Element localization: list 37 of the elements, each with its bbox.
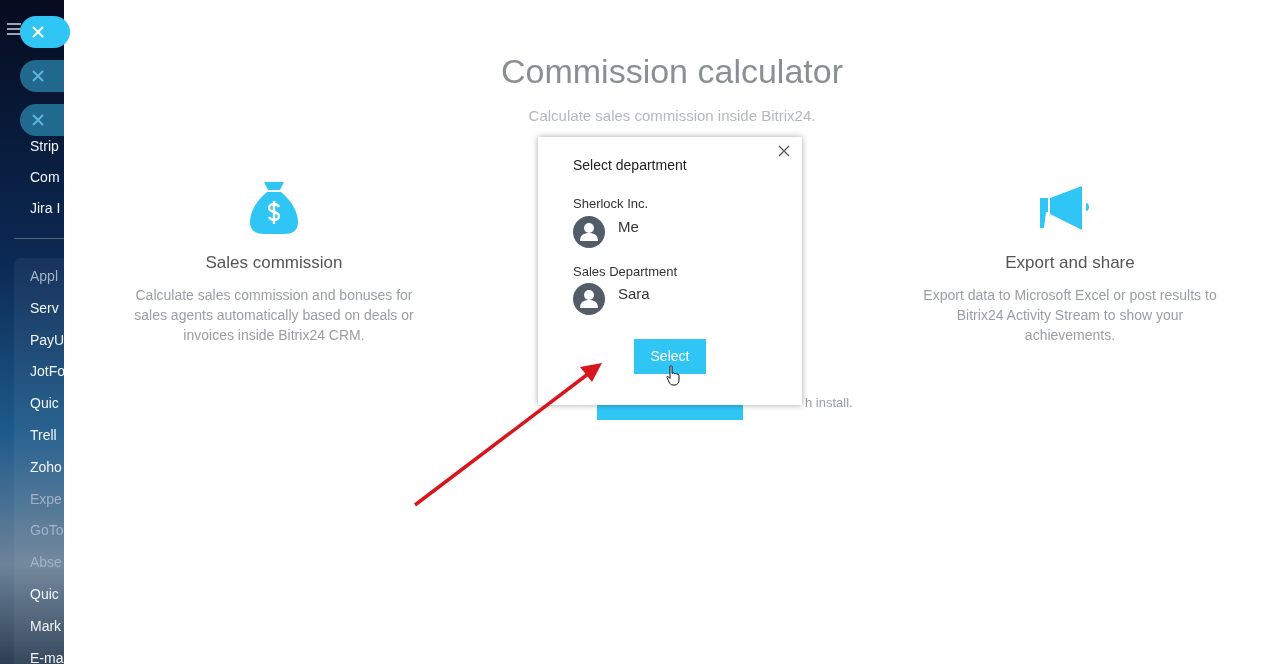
close-button[interactable] — [778, 144, 792, 158]
hand-cursor-icon — [666, 365, 680, 386]
sidebar-item[interactable]: Zoho — [30, 456, 64, 489]
member-name: Me — [618, 216, 639, 237]
menu-icon[interactable] — [7, 23, 21, 35]
sidebar-item[interactable]: Quic — [30, 583, 64, 616]
sidebar-item[interactable]: Strip — [30, 137, 61, 155]
close-button[interactable] — [20, 16, 70, 48]
page-subtitle: Calculate sales commission inside Bitrix24. — [528, 106, 816, 126]
feature-title: Sales commission — [205, 251, 343, 274]
sidebar-item[interactable]: PayU — [30, 329, 64, 362]
sidebar-item[interactable]: JotFo — [30, 361, 64, 394]
feature-description: Calculate sales commission and bonuses for sales agents automatically based on deals or invoices inside Bitrix24 CRM. — [133, 286, 415, 345]
close-icon — [32, 114, 44, 126]
feature-description: Export data to Microsoft Excel or post results to Bitrix24 Activity Stream to show your achievements. — [922, 286, 1218, 345]
money-bag-icon — [248, 179, 300, 236]
close-icon — [32, 70, 44, 82]
close-button[interactable] — [20, 60, 64, 92]
sidebar-item[interactable]: Jira I — [30, 199, 61, 217]
sidebar-item[interactable]: E-ma — [30, 647, 64, 664]
close-icon — [778, 145, 790, 157]
close-button[interactable] — [20, 104, 64, 136]
member-name: Sara — [618, 284, 650, 304]
sidebar-item[interactable]: Mark — [30, 615, 64, 648]
install-note: h install. — [805, 394, 853, 412]
user-avatar-icon — [573, 283, 605, 315]
sidebar-item[interactable]: Quic — [30, 393, 64, 425]
sidebar-item[interactable]: Com — [30, 168, 61, 186]
user-avatar-icon — [573, 215, 605, 248]
department-name: Sales Department — [573, 262, 678, 281]
feature-title: Export and share — [1005, 251, 1135, 274]
department-name: Sherlock Inc. — [573, 195, 650, 213]
close-icon — [32, 26, 44, 38]
sidebar-item[interactable]: Trell — [30, 425, 64, 457]
dialog-title: Select department — [573, 156, 687, 175]
page-title: Commission calculator — [501, 51, 843, 92]
sidebar-item[interactable]: Serv — [30, 297, 64, 330]
